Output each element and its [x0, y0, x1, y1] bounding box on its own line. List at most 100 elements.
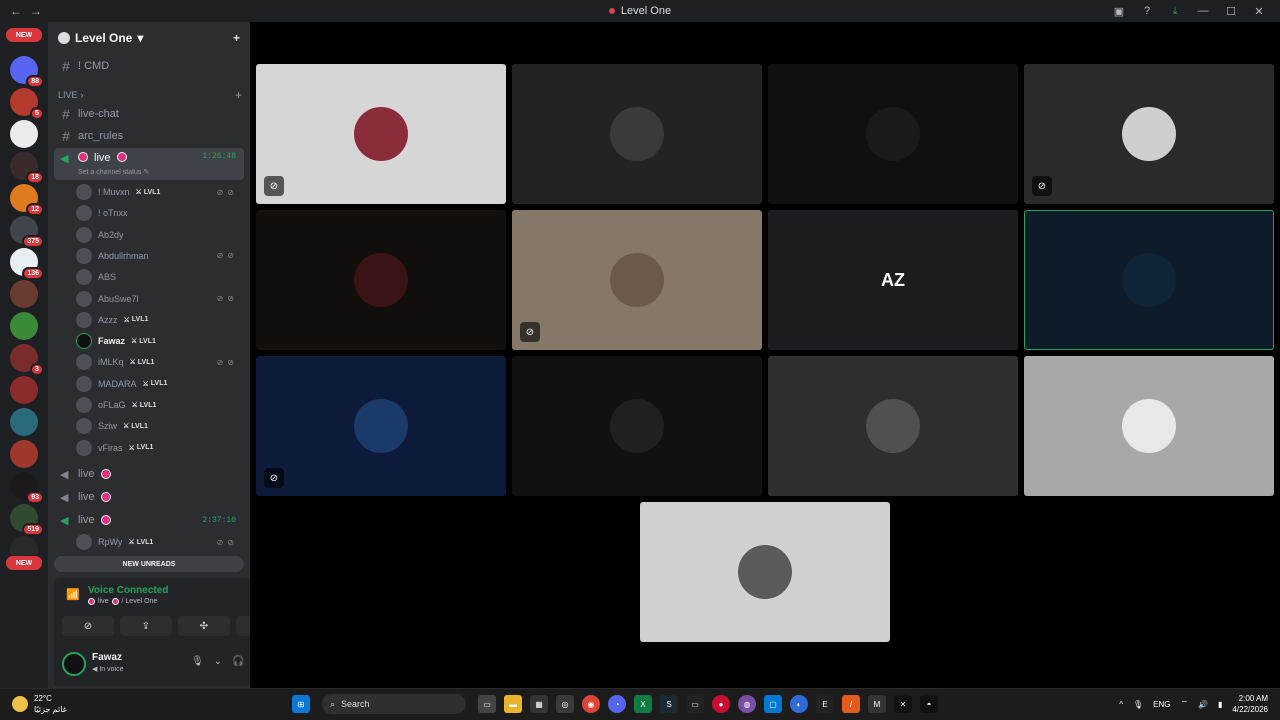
voice-member[interactable]: ! Muvxn ⚔ LVL1 ⊘⊘	[76, 182, 244, 202]
voice-member[interactable]: RpWy ⚔ LVL1 ⊘⊘	[76, 532, 244, 552]
voice-member[interactable]: oFLaG ⚔ LVL1	[76, 395, 244, 415]
clock[interactable]: 2:00 AM 4/22/2026	[1232, 693, 1268, 715]
discord-icon[interactable]: ◔	[608, 695, 626, 713]
user-name[interactable]: Fawaz	[92, 652, 122, 663]
file-explorer-icon[interactable]: ▬	[504, 695, 522, 713]
app-icon[interactable]: M	[868, 695, 886, 713]
chevron-down-icon[interactable]: ⌄	[214, 656, 222, 667]
participant-tile[interactable]: ⊘	[256, 64, 506, 204]
voice-connected-sub[interactable]: live / Level One	[88, 598, 157, 605]
inbox-icon[interactable]: ▣	[1112, 5, 1126, 18]
channel-status[interactable]: Set a channel status ✎	[78, 168, 149, 176]
voice-member[interactable]: ! oTnxx	[76, 203, 244, 223]
server-icon[interactable]: 3	[10, 344, 44, 376]
participant-tile[interactable]: ⊘	[1024, 64, 1274, 204]
voice-member[interactable]: vFiras ⚔ LVL1	[76, 438, 244, 458]
voice-member[interactable]: Fawaz ⚔ LVL1	[76, 331, 244, 351]
app-icon[interactable]: ◍	[738, 695, 756, 713]
participant-tile[interactable]: ⊘	[512, 210, 762, 350]
server-icon[interactable]	[10, 280, 38, 308]
app-icon[interactable]: ●	[712, 695, 730, 713]
voice-member[interactable]: iMLKq ⚔ LVL1 ⊘⊘	[76, 352, 244, 372]
help-icon[interactable]: ?	[1140, 5, 1154, 17]
server-icon[interactable]	[10, 120, 38, 148]
app-icon[interactable]: ◐	[790, 695, 808, 713]
close-icon[interactable]: ✕	[1252, 5, 1266, 18]
back-arrow-icon[interactable]: ←	[10, 4, 22, 18]
chevron-up-icon[interactable]: ^	[1119, 700, 1123, 709]
server-icon[interactable]: 88	[10, 56, 44, 88]
start-icon[interactable]: ⊞	[292, 695, 310, 713]
participant-tile[interactable]	[1024, 210, 1274, 350]
camera-off-button[interactable]: ⊘	[62, 616, 114, 636]
server-icon[interactable]: 136	[10, 248, 44, 280]
server-icon[interactable]	[10, 408, 38, 436]
minimize-icon[interactable]: —	[1196, 5, 1210, 17]
participant-tile[interactable]	[1024, 356, 1274, 496]
participant-tile[interactable]	[512, 64, 762, 204]
battery-icon[interactable]: ▮	[1218, 700, 1222, 709]
server-icon[interactable]: 12	[10, 184, 44, 216]
server-icon[interactable]: 5	[10, 88, 44, 120]
server-icon[interactable]: 18	[10, 152, 44, 184]
app-icon[interactable]: ▭	[686, 695, 704, 713]
app-icon[interactable]: ✕	[894, 695, 912, 713]
download-icon[interactable]: ⤓	[1168, 5, 1182, 18]
activities-button[interactable]: ✣	[178, 616, 230, 636]
wifi-icon[interactable]: ⌔	[1181, 699, 1189, 709]
app-icon[interactable]: /	[842, 695, 860, 713]
server-icon[interactable]: 375	[10, 216, 44, 248]
microphone-icon[interactable]: 🎙	[191, 656, 204, 667]
avatar[interactable]	[62, 652, 86, 676]
participant-tile[interactable]	[256, 210, 506, 350]
steam-icon[interactable]: S	[660, 695, 678, 713]
maximize-icon[interactable]: ☐	[1224, 5, 1238, 18]
voice-channel-live[interactable]: ◀ live	[54, 487, 244, 507]
new-pill-bottom[interactable]: NEW	[6, 556, 42, 570]
participant-tile[interactable]: AZ	[768, 210, 1018, 350]
server-icon[interactable]	[10, 376, 38, 404]
voice-member[interactable]: Azzz ⚔ LVL1	[76, 310, 244, 330]
app-icon[interactable]: ◎	[556, 695, 574, 713]
voice-channel-live[interactable]: ◀ live 2:37:10	[54, 510, 244, 530]
store-icon[interactable]: ▦	[530, 695, 548, 713]
guild-header[interactable]: Level One ▾ +	[48, 22, 250, 54]
server-icon[interactable]: 519	[10, 504, 44, 536]
voice-member[interactable]: AbuSwe7l ⊘⊘	[76, 289, 244, 309]
voice-member[interactable]: MADARA ⚔ LVL1	[76, 374, 244, 394]
category-live[interactable]: LIVE › +	[58, 88, 242, 102]
voice-channel-live[interactable]: ◀ live	[54, 464, 244, 484]
volume-icon[interactable]: 🔊	[1198, 700, 1208, 709]
voice-connected-title[interactable]: Voice Connected	[88, 585, 168, 596]
voice-member[interactable]: Sziw ⚔ LVL1	[76, 416, 244, 436]
search-box[interactable]: ⌕ Search	[322, 694, 466, 714]
headphones-icon[interactable]: 🎧	[232, 656, 244, 667]
channel-arc-rules[interactable]: # arc_rules	[54, 126, 244, 146]
app-icon[interactable]: ◓	[920, 695, 938, 713]
voice-member[interactable]: Abdullrhman ⊘⊘	[76, 246, 244, 266]
excel-icon[interactable]: X	[634, 695, 652, 713]
voice-member[interactable]: Ab2dy	[76, 225, 244, 245]
screen-share-button[interactable]: ⇪	[120, 616, 172, 636]
epic-games-icon[interactable]: E	[816, 695, 834, 713]
new-unreads-button[interactable]: NEW UNREADS	[54, 556, 244, 572]
participant-tile[interactable]	[768, 64, 1018, 204]
chrome-icon[interactable]: ◉	[582, 695, 600, 713]
add-channel-icon[interactable]: +	[235, 88, 242, 102]
add-member-icon[interactable]: +	[233, 31, 240, 45]
task-view-icon[interactable]: ▭	[478, 695, 496, 713]
participant-tile[interactable]	[640, 502, 890, 642]
server-icon[interactable]: 93	[10, 472, 44, 504]
microphone-icon[interactable]: 🎙	[1133, 700, 1143, 709]
participant-tile[interactable]	[768, 356, 1018, 496]
voice-member[interactable]: ABS	[76, 267, 244, 287]
server-icon[interactable]	[10, 312, 38, 340]
participant-tile[interactable]: ⊘	[256, 356, 506, 496]
language-indicator[interactable]: ENG	[1153, 700, 1170, 709]
channel-live-chat[interactable]: # live-chat	[54, 104, 244, 124]
weather-widget[interactable]: 22°C غائم جزئيًا	[12, 693, 67, 715]
channel-cmd[interactable]: # ! CMD	[54, 56, 244, 76]
participant-tile[interactable]	[512, 356, 762, 496]
new-pill-top[interactable]: NEW	[6, 28, 42, 42]
forward-arrow-icon[interactable]: →	[30, 4, 42, 18]
